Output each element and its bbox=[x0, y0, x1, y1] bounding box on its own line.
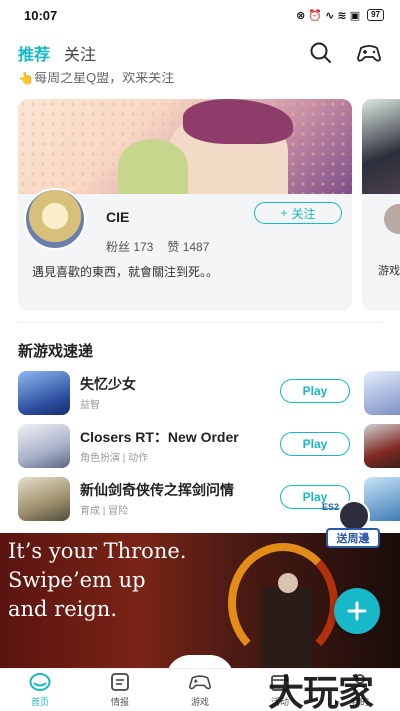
user-card[interactable]: CIE + 关注 粉丝 173 赞 1487 遇見喜歡的東西，就會關注到死。。 bbox=[18, 99, 352, 311]
fans-count: 粉丝 173 bbox=[106, 240, 154, 254]
tab-following[interactable]: 关注 bbox=[64, 41, 96, 65]
follow-label: 关注 bbox=[291, 206, 316, 221]
avatar[interactable] bbox=[24, 188, 86, 250]
nav-games[interactable]: 游戏 bbox=[160, 669, 240, 711]
game-name[interactable]: Closers RT：New Order bbox=[80, 427, 239, 447]
game-icon[interactable] bbox=[18, 371, 70, 415]
mascot-tag: ES2 bbox=[322, 502, 340, 512]
tab-recommend[interactable]: 推荐 bbox=[18, 41, 50, 65]
likes-count: 赞 1487 bbox=[167, 240, 210, 254]
nav-label: 情报 bbox=[110, 697, 129, 707]
search-icon[interactable] bbox=[308, 40, 334, 66]
featured-strip-title[interactable]: 👆每周之星Q盟，欢来关注 bbox=[18, 72, 174, 86]
follow-button[interactable]: + 关注 bbox=[254, 202, 342, 224]
ad-headline: It’s your Throne. Swipe’em up and reign. bbox=[8, 537, 186, 624]
watermark: 大玩家 bbox=[268, 673, 374, 711]
user-stats: 粉丝 173 赞 1487 bbox=[106, 238, 209, 255]
promo-mascot[interactable]: ES2 送周邊 bbox=[322, 500, 384, 556]
plus-icon: + bbox=[280, 206, 288, 220]
king-figure bbox=[278, 573, 298, 593]
game-tags: 角色扮演 | 动作 bbox=[80, 453, 149, 464]
section-title: 新游戏速递 bbox=[18, 343, 94, 360]
throne-figure bbox=[262, 588, 312, 668]
ad-line: and reign. bbox=[8, 597, 117, 621]
game-icon[interactable] bbox=[364, 424, 400, 468]
nav-home[interactable]: 首页 bbox=[0, 669, 80, 711]
card-artwork bbox=[18, 99, 352, 194]
status-glyphs: ⊗ ⏰ ∿ ≋ ▣ bbox=[296, 9, 361, 22]
nav-news[interactable]: 情报 bbox=[80, 669, 160, 711]
game-tags: 育成 | 冒险 bbox=[80, 506, 129, 517]
gamepad-icon bbox=[189, 671, 211, 693]
ad-line: Swipe’em up bbox=[8, 568, 146, 592]
game-icon[interactable] bbox=[18, 424, 70, 468]
battery-icon: 97 bbox=[367, 9, 384, 21]
next-user-bio: 游戏 bbox=[378, 265, 400, 277]
game-row[interactable]: 失忆少女 益智 Play bbox=[18, 371, 358, 415]
gamepad-icon[interactable] bbox=[356, 40, 382, 66]
play-button[interactable]: Play bbox=[280, 432, 350, 456]
game-row[interactable]: 新仙剑奇侠传之挥剑问情 育成 | 冒险 Play bbox=[18, 477, 358, 521]
game-tags: 益智 bbox=[80, 400, 100, 411]
plus-icon bbox=[347, 601, 367, 621]
username[interactable]: CIE bbox=[106, 209, 129, 225]
ad-line: It’s your Throne. bbox=[8, 539, 187, 563]
status-bar: 10:07 ⊗ ⏰ ∿ ≋ ▣ 97 bbox=[0, 0, 400, 30]
user-bio: 遇見喜歡的東西，就會關注到死。。 bbox=[32, 265, 219, 279]
news-icon bbox=[109, 671, 131, 693]
add-post-button[interactable] bbox=[334, 588, 380, 634]
play-button[interactable]: Play bbox=[280, 379, 350, 403]
game-name[interactable]: 新仙剑奇侠传之挥剑问情 bbox=[80, 480, 234, 500]
game-icon[interactable] bbox=[364, 371, 400, 415]
nav-label: 游戏 bbox=[190, 697, 209, 707]
avatar bbox=[384, 204, 400, 234]
nav-label: 首页 bbox=[30, 697, 49, 707]
status-icons: ⊗ ⏰ ∿ ≋ ▣ 97 bbox=[296, 9, 384, 22]
clock: 10:07 bbox=[24, 7, 58, 23]
game-icon[interactable] bbox=[18, 477, 70, 521]
divider bbox=[18, 322, 382, 323]
home-icon bbox=[29, 671, 51, 693]
game-row[interactable]: Closers RT：New Order 角色扮演 | 动作 Play bbox=[18, 424, 358, 468]
promo-badge[interactable]: 送周邊 bbox=[326, 528, 380, 548]
next-user-card[interactable]: 游戏 bbox=[362, 99, 400, 311]
game-name[interactable]: 失忆少女 bbox=[80, 374, 136, 394]
top-nav: 推荐 关注 bbox=[0, 30, 400, 76]
